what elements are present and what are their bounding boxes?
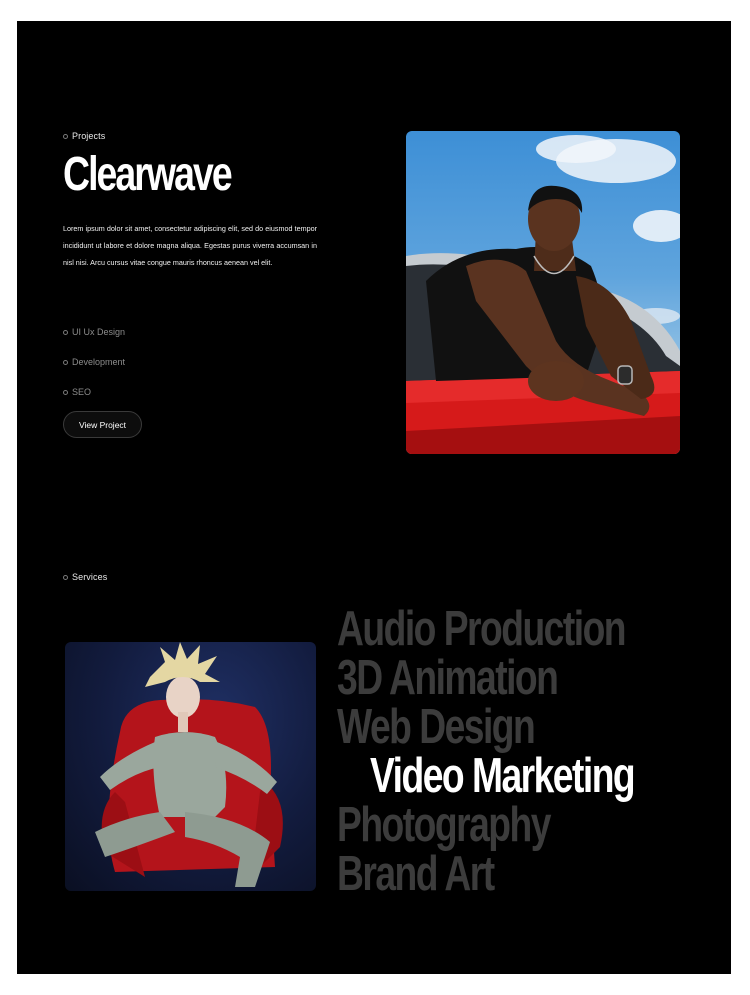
projects-section-label: Projects (63, 131, 105, 141)
project-tag: SEO (63, 377, 263, 407)
project-tag: UI Ux Design (63, 317, 263, 347)
service-item-audio-production[interactable]: Audio Production (337, 605, 633, 654)
projects-label-text: Projects (72, 131, 106, 141)
project-tags: UI Ux Design Development SEO (63, 317, 263, 407)
bullet-icon (63, 359, 68, 365)
project-photo-icon (406, 135, 680, 454)
project-tag-label: UI Ux Design (72, 327, 126, 337)
services-label-text: Services (72, 572, 108, 582)
service-item-web-design[interactable]: Web Design (337, 703, 633, 752)
bullet-icon (63, 389, 68, 395)
project-tag-label: SEO (72, 387, 92, 397)
bullet-icon (63, 329, 68, 335)
services-section-label: Services (63, 572, 107, 582)
services-photo (65, 642, 316, 891)
services-photo-icon (95, 642, 283, 887)
project-tag: Development (63, 347, 263, 377)
page-frame: Projects Clearwave Lorem ipsum dolor sit… (17, 21, 731, 974)
service-item-photography[interactable]: Photography (337, 801, 633, 850)
services-list: Audio Production 3D Animation Web Design… (337, 605, 727, 899)
project-tag-label: Development (72, 357, 126, 367)
project-photo (406, 131, 680, 454)
service-item-brand-art[interactable]: Brand Art (337, 850, 633, 899)
bullet-icon (63, 574, 68, 580)
bullet-icon (63, 133, 68, 139)
project-title: Clearwave (63, 148, 233, 201)
project-description: Lorem ipsum dolor sit amet, consectetur … (63, 224, 317, 267)
view-project-button[interactable]: View Project (63, 411, 142, 438)
service-item-3d-animation[interactable]: 3D Animation (337, 654, 633, 703)
service-item-video-marketing[interactable]: Video Marketing (370, 752, 641, 801)
